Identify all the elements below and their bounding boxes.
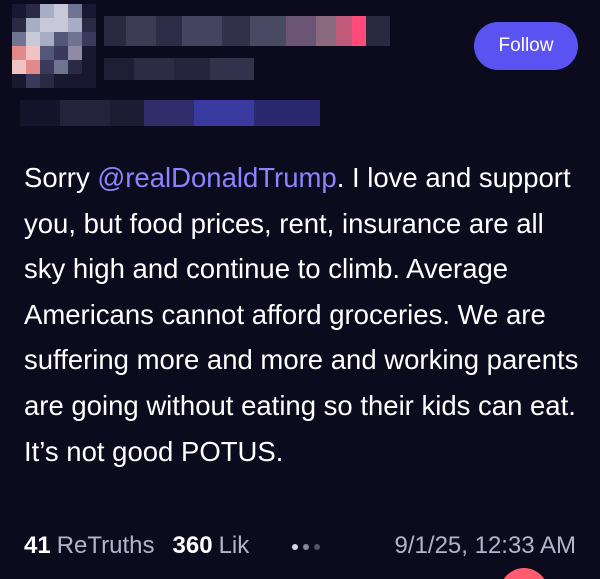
username-obscured[interactable]: [104, 58, 254, 80]
post-body-prefix: Sorry: [24, 162, 98, 193]
more-dots-icon[interactable]: [276, 536, 336, 558]
likes-count[interactable]: 360: [173, 532, 213, 560]
likes-label[interactable]: Lik: [219, 532, 250, 560]
retruths-count[interactable]: 41: [24, 532, 51, 560]
action-bubble[interactable]: [500, 568, 548, 579]
mention-link[interactable]: @realDonaldTrump: [97, 162, 336, 193]
post-body: Sorry @realDonaldTrump. I love and suppo…: [24, 155, 590, 474]
post-body-text: . I love and support you, but food price…: [24, 162, 579, 467]
retruths-label[interactable]: ReTruths: [57, 532, 155, 560]
post-meta-obscured: [20, 100, 320, 126]
post-card: Follow Sorry @realDonaldTrump. I love an…: [0, 0, 600, 579]
avatar[interactable]: [12, 4, 96, 88]
follow-button[interactable]: Follow: [474, 22, 578, 70]
post-timestamp: 9/1/25, 12:33 AM: [394, 532, 576, 559]
display-name-obscured[interactable]: [104, 16, 390, 46]
